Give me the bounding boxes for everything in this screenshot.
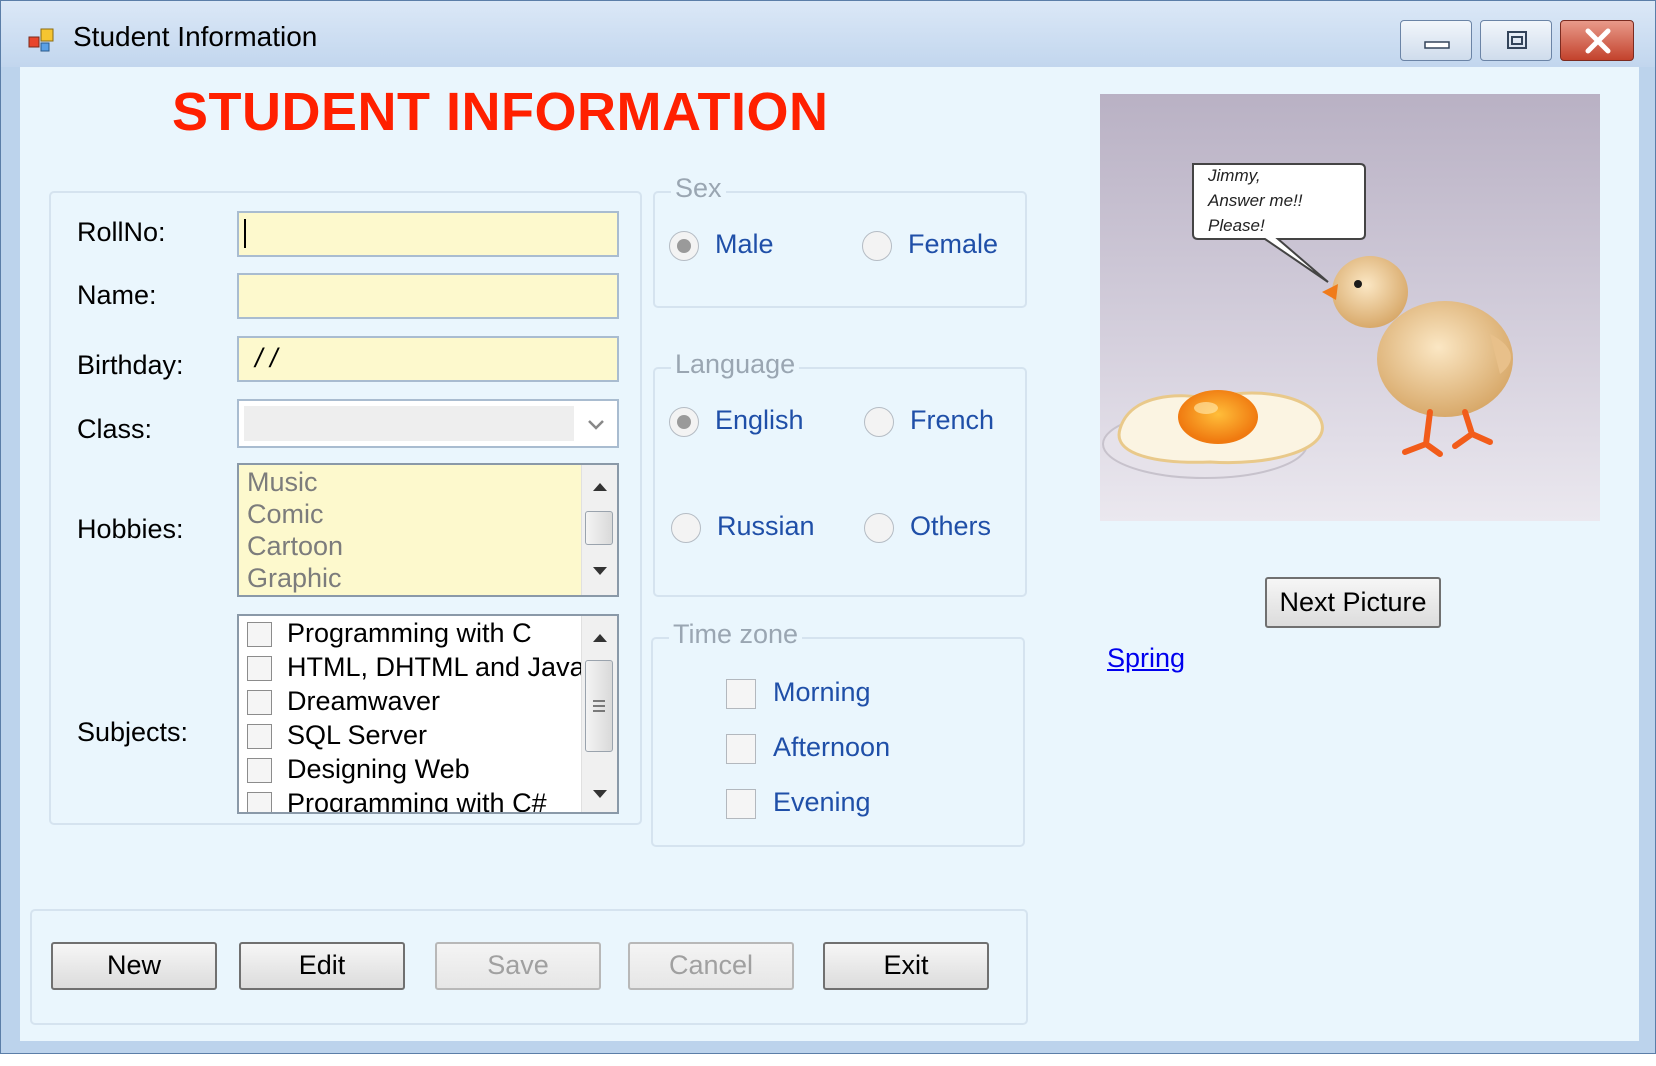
speech-line-1: Jimmy, — [1208, 166, 1261, 185]
list-item[interactable]: Music — [247, 467, 318, 498]
minimize-icon — [1424, 41, 1450, 49]
list-item[interactable]: Graphic — [247, 563, 342, 594]
client-area: STUDENT INFORMATION RollNo: Name: Birthd… — [20, 67, 1639, 1041]
french-radio-label[interactable]: French — [910, 405, 994, 436]
timezone-legend: Time zone — [669, 619, 803, 650]
english-radio-label[interactable]: English — [715, 405, 804, 436]
birthday-label: Birthday: — [77, 350, 184, 380]
subject-checkbox[interactable] — [247, 758, 272, 783]
russian-radio-label[interactable]: Russian — [717, 511, 815, 542]
hobbies-listbox[interactable]: Music Comic Cartoon Graphic — [237, 463, 619, 597]
others-radio-label[interactable]: Others — [910, 511, 991, 542]
text-caret — [244, 219, 246, 248]
speech-line-3: Please! — [1208, 216, 1265, 235]
subjects-label: Subjects: — [77, 717, 189, 747]
subject-checkbox[interactable] — [247, 656, 272, 681]
afternoon-checkbox-label[interactable]: Afternoon — [773, 732, 890, 763]
edit-button[interactable]: Edit — [239, 942, 405, 990]
chick-photo — [1100, 94, 1600, 521]
actions-panel: New Edit Save Cancel Exit — [30, 909, 1028, 1025]
language-legend: Language — [671, 349, 800, 380]
female-radio-label[interactable]: Female — [908, 229, 998, 260]
name-label: Name: — [77, 280, 157, 310]
class-label: Class: — [77, 414, 153, 444]
russian-radio[interactable] — [671, 513, 701, 543]
subject-checkbox[interactable] — [247, 622, 272, 647]
close-icon — [1585, 28, 1611, 54]
hobbies-scrollbar[interactable] — [581, 465, 617, 595]
minimize-button[interactable] — [1400, 20, 1472, 61]
subjects-checklist[interactable]: Programming with C HTML, DHTML and Java … — [237, 614, 619, 814]
sex-legend: Sex — [671, 173, 726, 204]
subject-label: Designing Web — [287, 754, 470, 784]
morning-checkbox[interactable] — [726, 679, 756, 709]
student-details-panel: RollNo: Name: Birthday: / / Class: Hobbi… — [49, 191, 642, 825]
new-button[interactable]: New — [51, 942, 217, 990]
class-select[interactable] — [237, 399, 619, 448]
save-button[interactable]: Save — [435, 942, 601, 990]
main-window: Student Information STUDENT INFORMATION … — [0, 0, 1656, 1054]
subject-checkbox[interactable] — [247, 690, 272, 715]
app-icon — [28, 28, 54, 52]
list-item[interactable]: Cartoon — [247, 531, 343, 562]
scroll-thumb[interactable] — [585, 511, 613, 545]
name-input[interactable] — [237, 273, 619, 319]
french-radio[interactable] — [864, 407, 894, 437]
birthday-input[interactable]: / / — [237, 336, 619, 382]
hobbies-label: Hobbies: — [77, 514, 184, 544]
subject-label: SQL Server — [287, 720, 428, 750]
subject-label: Programming with C# — [287, 788, 547, 814]
scroll-down-icon[interactable] — [591, 788, 609, 800]
subject-checkbox[interactable] — [247, 792, 272, 812]
page-heading: STUDENT INFORMATION — [172, 82, 829, 142]
morning-checkbox-label[interactable]: Morning — [773, 677, 871, 708]
scroll-up-icon[interactable] — [591, 632, 609, 644]
subject-label: Dreamwaver — [287, 686, 441, 716]
scroll-up-icon[interactable] — [591, 481, 609, 493]
scroll-thumb[interactable] — [585, 660, 613, 752]
others-radio[interactable] — [864, 513, 894, 543]
window-title: Student Information — [73, 21, 318, 52]
female-radio[interactable] — [862, 231, 892, 261]
grip-icon — [593, 700, 605, 712]
restore-icon — [1507, 31, 1527, 49]
evening-checkbox[interactable] — [726, 789, 756, 819]
subjects-scrollbar[interactable] — [581, 616, 617, 812]
subject-checkbox[interactable] — [247, 724, 272, 749]
rollno-label: RollNo: — [77, 217, 166, 247]
timezone-group: Time zone Morning Afternoon Evening — [651, 619, 1025, 847]
speech-line-2: Answer me!! — [1208, 191, 1303, 210]
male-radio-label[interactable]: Male — [715, 229, 774, 260]
evening-checkbox-label[interactable]: Evening — [773, 787, 871, 818]
spring-link[interactable]: Spring — [1107, 643, 1185, 674]
student-picture: Jimmy, Answer me!! Please! — [1100, 94, 1600, 521]
list-item[interactable]: Comic — [247, 499, 324, 530]
male-radio[interactable] — [669, 231, 699, 261]
close-button[interactable] — [1560, 20, 1634, 61]
subject-label: Programming with C — [287, 618, 532, 648]
language-group: Language English French Russian Others — [653, 349, 1027, 597]
class-select-value — [244, 406, 574, 441]
afternoon-checkbox[interactable] — [726, 734, 756, 764]
rollno-input[interactable] — [237, 211, 619, 257]
maximize-button[interactable] — [1480, 20, 1552, 61]
english-radio[interactable] — [669, 407, 699, 437]
birthday-value: / / — [255, 343, 278, 373]
sex-group: Sex Male Female — [653, 173, 1027, 308]
chevron-down-icon — [588, 420, 604, 430]
exit-button[interactable]: Exit — [823, 942, 989, 990]
cancel-button[interactable]: Cancel — [628, 942, 794, 990]
next-picture-button[interactable]: Next Picture — [1265, 577, 1441, 628]
subject-label: HTML, DHTML and Java — [287, 652, 585, 682]
title-bar[interactable]: Student Information — [1, 1, 1655, 67]
scroll-down-icon[interactable] — [591, 565, 609, 577]
